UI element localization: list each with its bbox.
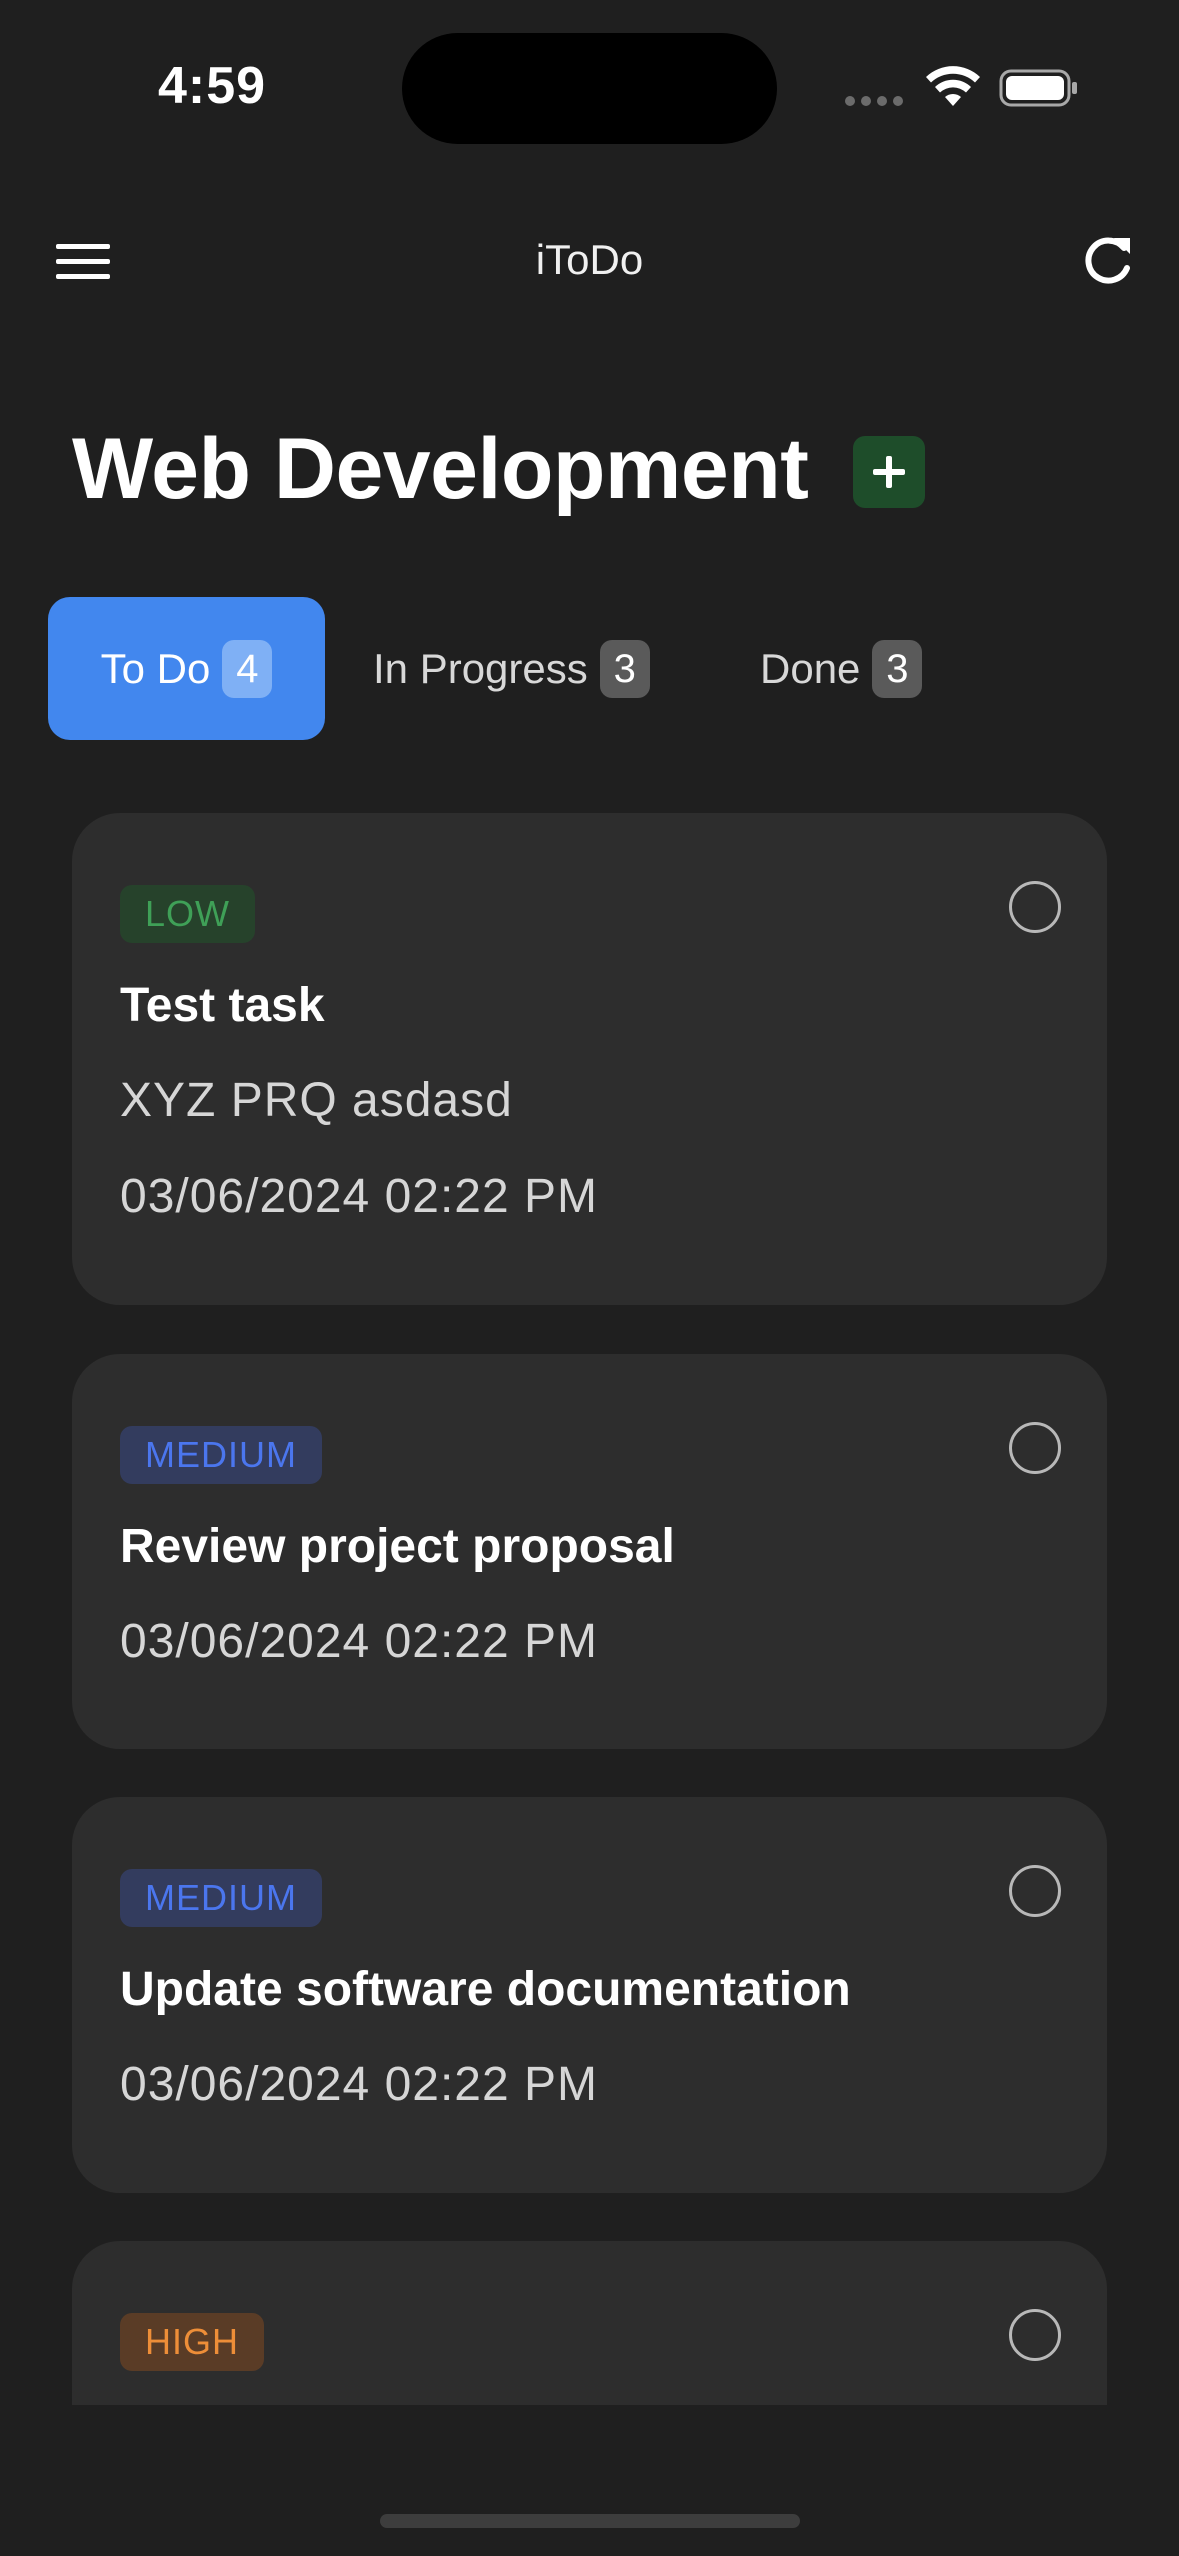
task-date: 03/06/2024 02:22 PM [120,1615,599,1668]
tab-to-do[interactable]: To Do 4 [48,597,325,740]
dynamic-island [402,33,777,144]
add-task-button[interactable] [853,436,925,508]
tab-in-progress[interactable]: In Progress 3 [373,597,650,740]
complete-checkbox[interactable] [1009,881,1061,933]
task-card[interactable]: MEDIUM Review project proposal 03/06/202… [72,1354,1107,1749]
task-title: Test task [120,979,325,1032]
complete-checkbox[interactable] [1009,1422,1061,1474]
priority-badge: HIGH [120,2313,264,2371]
tab-done[interactable]: Done 3 [760,597,923,740]
list-bottom-area [0,2405,1179,2556]
task-card[interactable]: LOW Test task XYZ PRQ asdasd 03/06/2024 … [72,813,1107,1305]
tab-count-badge: 4 [222,639,273,698]
cellular-signal-icon [845,96,905,108]
tab-label: Done [760,644,861,692]
home-indicator[interactable] [380,2514,800,2528]
page-title: Web Development [72,421,809,517]
task-date: 03/06/2024 02:22 PM [120,1170,599,1223]
plus-icon [873,456,905,488]
app-title: iToDo [535,236,644,283]
battery-icon [999,69,1077,107]
tab-count-badge: 3 [872,639,923,698]
task-description: XYZ PRQ asdasd [120,1074,513,1127]
task-date: 03/06/2024 02:22 PM [120,2058,599,2111]
wifi-icon [926,66,980,106]
complete-checkbox[interactable] [1009,1865,1061,1917]
tab-label: In Progress [373,644,588,692]
status-time: 4:59 [158,57,267,115]
tab-count-badge: 3 [599,639,650,698]
task-title: Review project proposal [120,1520,675,1573]
tab-label: To Do [100,644,211,692]
task-card[interactable]: MEDIUM Update software documentation 03/… [72,1797,1107,2193]
task-title: Update software documentation [120,1963,851,2016]
priority-badge: MEDIUM [120,1869,322,1927]
priority-badge: MEDIUM [120,1426,322,1484]
refresh-icon[interactable] [1080,232,1136,288]
complete-checkbox[interactable] [1009,2309,1061,2361]
priority-badge: LOW [120,885,256,943]
